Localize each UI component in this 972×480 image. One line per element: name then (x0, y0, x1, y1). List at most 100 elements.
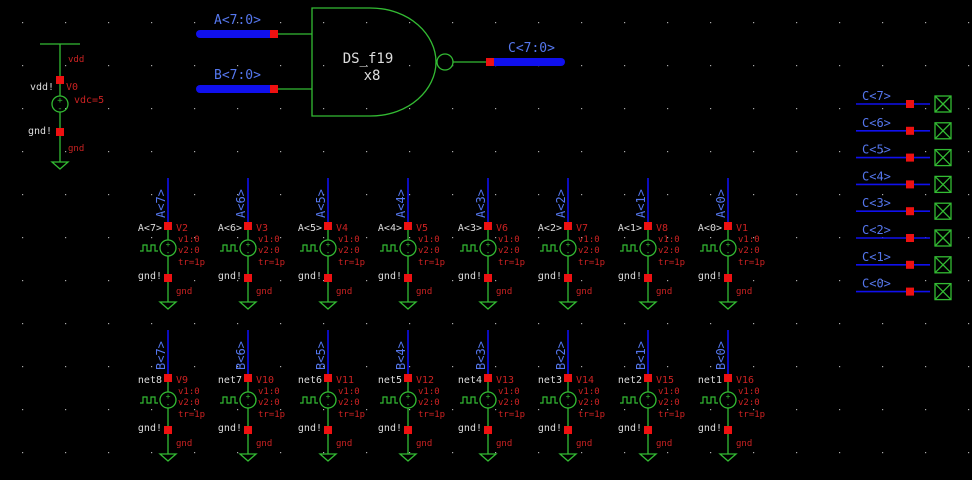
grid-dot (194, 151, 196, 153)
pin-net-label: A<6> (234, 189, 248, 218)
grid-dot (624, 65, 626, 67)
grid-dot (22, 151, 24, 153)
param-tr: tr=1p (498, 258, 525, 268)
source-pin-bot[interactable] (484, 274, 492, 282)
source-pin-bot[interactable] (244, 426, 252, 434)
grid-dot (968, 194, 970, 196)
grid-dot (796, 237, 798, 239)
source-gnd-net-label: gnd (496, 439, 512, 449)
source-pin-top[interactable] (724, 222, 732, 230)
minus-sign-icon: - (646, 400, 651, 409)
source-pin-bot[interactable] (244, 274, 252, 282)
source-pin-top[interactable] (484, 222, 492, 230)
source-inst-name: V3 (256, 223, 268, 234)
v0-pin-bot[interactable] (56, 128, 64, 136)
source-pin-bot[interactable] (564, 426, 572, 434)
v0-pin-top[interactable] (56, 76, 64, 84)
grid-dot (280, 108, 282, 110)
pin-out[interactable] (486, 58, 494, 66)
source-pin-bot[interactable] (164, 274, 172, 282)
output-pin-square[interactable] (906, 126, 914, 135)
output-net-label: C<4> (862, 169, 891, 183)
grid-dot (323, 151, 325, 153)
param-tr: tr=1p (418, 410, 445, 420)
grid-dot (753, 22, 755, 24)
grid-dot (710, 409, 712, 411)
grid-dot (151, 65, 153, 67)
source-gnd-pin-label: gnd! (538, 423, 562, 434)
source-net-name: net1 (698, 375, 722, 386)
grid-dot (366, 151, 368, 153)
source-pin-top[interactable] (404, 374, 412, 382)
source-pin-bot[interactable] (724, 426, 732, 434)
grid-dot (667, 452, 669, 454)
source-pin-top[interactable] (324, 374, 332, 382)
grid-dot (925, 194, 927, 196)
vdd-pin-label: vdd! (30, 82, 54, 93)
grid-dot (839, 65, 841, 67)
source-pin-top[interactable] (484, 374, 492, 382)
source-pin-bot[interactable] (324, 426, 332, 434)
source-pin-bot[interactable] (404, 274, 412, 282)
grid-dot (925, 409, 927, 411)
grid-dot (667, 194, 669, 196)
source-pin-bot[interactable] (564, 274, 572, 282)
output-pin-square[interactable] (906, 180, 914, 189)
source-pin-bot[interactable] (484, 426, 492, 434)
grid-dot (366, 194, 368, 196)
source-gnd-net-label: gnd (576, 439, 592, 449)
source-net-name: A<5> (298, 223, 322, 234)
grid-dot (495, 194, 497, 196)
grid-dot (409, 65, 411, 67)
param-v2: v2:0 (178, 398, 200, 408)
grid-dot (968, 22, 970, 24)
grid-dot (323, 452, 325, 454)
source-inst-name: V11 (336, 375, 354, 386)
source-pin-top[interactable] (244, 374, 252, 382)
source-pin-bot[interactable] (404, 426, 412, 434)
source-pin-top[interactable] (244, 222, 252, 230)
grid-dot (495, 323, 497, 325)
source-pin-top[interactable] (644, 374, 652, 382)
grid-dot (409, 409, 411, 411)
pin-b[interactable] (270, 85, 278, 93)
source-pin-top[interactable] (564, 222, 572, 230)
grid-dot (495, 237, 497, 239)
grid-dot (710, 237, 712, 239)
grid-dot (667, 280, 669, 282)
output-pin-square[interactable] (906, 287, 914, 296)
source-pin-bot[interactable] (644, 426, 652, 434)
source-pin-top[interactable] (324, 222, 332, 230)
source-pin-top[interactable] (724, 374, 732, 382)
source-gnd-net-label: gnd (176, 439, 192, 449)
output-pin-square[interactable] (906, 260, 914, 269)
source-pin-bot[interactable] (644, 274, 652, 282)
grid-dot (667, 366, 669, 368)
source-pin-top[interactable] (404, 222, 412, 230)
source-pin-bot[interactable] (164, 426, 172, 434)
output-pin-square[interactable] (906, 234, 914, 242)
grid-dot (108, 452, 110, 454)
pin-net-label: B<4> (394, 341, 408, 370)
pin-a[interactable] (270, 30, 278, 38)
schematic-canvas[interactable]: A<7:0> B<7:0> DS_f19 x8 C<7:0> vdd vdd! … (0, 0, 972, 480)
pin-net-label: B<7> (154, 341, 168, 370)
param-v1: v1:0 (338, 387, 360, 397)
grid-dot (280, 366, 282, 368)
source-pin-bot[interactable] (724, 274, 732, 282)
source-pin-top[interactable] (564, 374, 572, 382)
source-pin-top[interactable] (164, 222, 172, 230)
grid-dot (22, 194, 24, 196)
output-pin-square[interactable] (906, 100, 914, 108)
source-pin-bot[interactable] (324, 274, 332, 282)
output-pin-square[interactable] (906, 153, 914, 162)
source-pin-top[interactable] (644, 222, 652, 230)
grid-dot (710, 452, 712, 454)
grid-dot (452, 237, 454, 239)
grid-dot (409, 237, 411, 239)
source-inst-name: V16 (736, 375, 754, 386)
source-pin-top[interactable] (164, 374, 172, 382)
output-pin-square[interactable] (906, 207, 914, 216)
source-gnd-net-label: gnd (256, 287, 272, 297)
minus-sign-icon: - (406, 248, 411, 257)
